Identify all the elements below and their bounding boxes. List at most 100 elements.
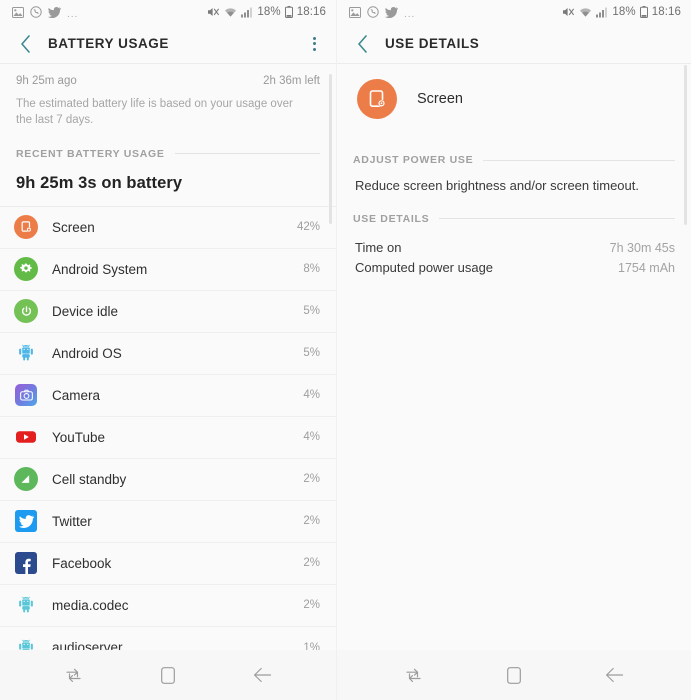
app-icon: [14, 551, 38, 575]
usage-percent: 8%: [303, 263, 320, 276]
table-row[interactable]: Android OS 5%: [0, 333, 336, 375]
twitter-icon: [385, 6, 398, 18]
battery-icon: [639, 6, 648, 18]
app-icon: [14, 341, 38, 365]
table-row[interactable]: Device idle 5%: [0, 291, 336, 333]
home-button[interactable]: [494, 658, 534, 692]
table-row[interactable]: YouTube 4%: [0, 417, 336, 459]
table-row[interactable]: Facebook 2%: [0, 543, 336, 585]
battery-estimate-note: The estimated battery life is based on y…: [16, 98, 293, 127]
recents-icon: [406, 668, 421, 682]
app-name: Camera: [52, 387, 101, 403]
time-remaining: 2h 36m left: [263, 75, 320, 87]
more-notifications-icon: ...: [404, 8, 416, 20]
dual-screenshot: ... 18% 18:16 BATTERY USAGE 9h 25m ago 2…: [0, 0, 691, 700]
power-icon: [14, 299, 38, 324]
status-bar-notifications: ...: [12, 6, 79, 20]
use-details-screen: ... 18% 18:16 USE DETAILS Screen ADJUST …: [337, 0, 691, 700]
app-name: Twitter: [52, 513, 92, 529]
section-label: ADJUST POWER USE: [353, 154, 474, 166]
battery-percent: 18%: [612, 6, 636, 18]
youtube-icon: [14, 425, 38, 449]
adjust-power-text: Reduce screen brightness and/or screen t…: [355, 178, 639, 193]
overflow-menu-icon[interactable]: [304, 31, 324, 57]
use-details-section-header: USE DETAILS: [337, 213, 691, 225]
app-name: audioserver: [52, 640, 123, 650]
usage-percent: 5%: [303, 305, 320, 318]
app-icon: [14, 383, 38, 407]
table-row[interactable]: audioserver 1%: [0, 627, 336, 650]
image-icon: [349, 6, 361, 18]
clock: 18:16: [651, 6, 681, 18]
table-row[interactable]: Cell standby 2%: [0, 459, 336, 501]
twitter-icon: [48, 6, 61, 18]
battery-percent: 18%: [257, 6, 281, 18]
back-button[interactable]: [351, 32, 373, 56]
back-button[interactable]: [14, 32, 36, 56]
scrollbar-thumb[interactable]: [329, 74, 332, 224]
usage-percent: 2%: [303, 557, 320, 570]
usage-percent: 2%: [303, 473, 320, 486]
app-header: Screen: [337, 64, 691, 135]
facebook-icon: [15, 552, 37, 575]
signal-icon: [241, 7, 253, 17]
back-nav-button[interactable]: [243, 658, 283, 692]
navigation-bar-right: [337, 650, 691, 700]
section-divider: [174, 153, 320, 155]
battery-usage-screen: ... 18% 18:16 BATTERY USAGE 9h 25m ago 2…: [0, 0, 337, 700]
app-name: Screen: [417, 91, 463, 107]
table-row[interactable]: Android System 8%: [0, 249, 336, 291]
android-robot-icon: [14, 636, 38, 650]
home-icon: [507, 666, 521, 684]
app-name: media.codec: [52, 597, 129, 613]
mute-icon: [563, 8, 575, 16]
app-icon: [14, 636, 38, 650]
section-divider: [439, 218, 675, 220]
app-bar: BATTERY USAGE: [0, 24, 336, 64]
clock: 18:16: [296, 6, 326, 18]
detail-row: Time on 7h 30m 45s: [355, 238, 675, 258]
signal-icon: [596, 7, 608, 17]
mute-icon: [208, 8, 220, 16]
recents-button[interactable]: [393, 658, 433, 692]
image-icon: [12, 6, 24, 18]
battery-icon: [284, 6, 293, 18]
page-title: BATTERY USAGE: [48, 36, 169, 51]
back-chevron-icon: [20, 34, 30, 53]
app-name: Cell standby: [52, 471, 127, 487]
app-name: Facebook: [52, 555, 112, 571]
back-arrow-icon: [606, 667, 624, 683]
android-robot-icon: [14, 593, 38, 617]
twitter-icon: [15, 510, 37, 533]
detail-key: Time on: [355, 239, 402, 255]
table-row[interactable]: Screen 42%: [0, 207, 336, 249]
usage-percent: 4%: [303, 389, 320, 402]
section-label: USE DETAILS: [353, 212, 430, 225]
whatsapp-icon: [30, 6, 42, 18]
back-nav-button[interactable]: [595, 658, 635, 692]
detail-row: Computed power usage 1754 mAh: [355, 258, 675, 278]
cell-signal-icon: [14, 467, 38, 492]
table-row[interactable]: Twitter 2%: [0, 501, 336, 543]
scrollbar-thumb[interactable]: [684, 65, 687, 225]
recents-button[interactable]: [53, 658, 93, 692]
use-details-body: Screen ADJUST POWER USE Reduce screen br…: [337, 64, 691, 650]
app-icon: [14, 257, 38, 282]
app-name: Device idle: [52, 303, 119, 319]
table-row[interactable]: Camera 4%: [0, 375, 336, 417]
app-icon: [14, 509, 38, 533]
app-name: Android OS: [52, 345, 122, 361]
app-icon: [14, 425, 38, 449]
battery-usage-body: 9h 25m ago 2h 36m left The estimated bat…: [0, 64, 336, 650]
status-bar-notifications-right: ...: [349, 6, 416, 20]
status-bar-system-right: 18% 18:16: [562, 6, 681, 18]
status-bar: ... 18% 18:16: [0, 0, 336, 24]
time-since-charge: 9h 25m ago: [16, 75, 77, 87]
app-icon: [14, 299, 38, 324]
back-arrow-icon: [254, 667, 272, 683]
more-notifications-icon: ...: [67, 8, 79, 20]
adjust-power-section-header: ADJUST POWER USE: [337, 154, 691, 166]
home-button[interactable]: [148, 658, 188, 692]
table-row[interactable]: media.codec 2%: [0, 585, 336, 627]
on-battery-duration: 9h 25m 3s on battery: [16, 173, 183, 192]
